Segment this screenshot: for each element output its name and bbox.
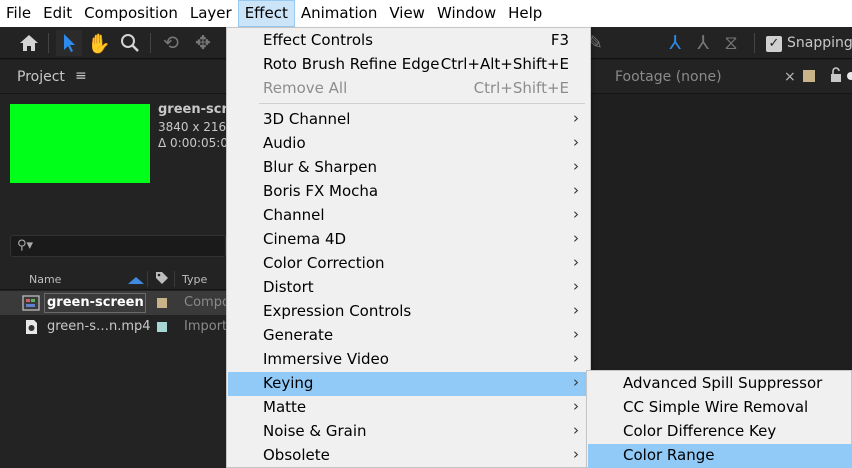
menu-item-keying[interactable]: Keying › xyxy=(228,372,589,396)
chevron-right-icon: › xyxy=(573,109,579,127)
project-panel-title[interactable]: Project xyxy=(17,69,65,85)
menu-edit[interactable]: Edit xyxy=(37,0,78,27)
menu-item-color-range[interactable]: Color Range xyxy=(588,444,852,468)
menu-item-cc-simple-wire-removal[interactable]: CC Simple Wire Removal xyxy=(588,396,852,420)
item-thumbnail xyxy=(10,104,150,183)
menu-separator xyxy=(259,103,585,104)
lock-icon[interactable] xyxy=(829,67,843,87)
menu-effect[interactable]: Effect xyxy=(237,0,295,27)
chevron-right-icon: › xyxy=(573,397,579,415)
project-row[interactable]: green-screen Compo xyxy=(0,291,230,315)
menu-item-effect-controls[interactable]: Effect Controls F3 xyxy=(228,29,589,53)
shortcut-label: Ctrl+Shift+E xyxy=(473,79,569,97)
project-row-name: green-screen xyxy=(47,295,144,310)
hand-tool-icon[interactable]: ✋ xyxy=(86,30,112,56)
snapping-checkbox[interactable]: ✓ xyxy=(766,36,782,52)
menu-item-matte[interactable]: Matte › xyxy=(228,396,589,420)
chevron-right-icon: › xyxy=(573,229,579,247)
menu-item-advanced-spill-suppressor[interactable]: Advanced Spill Suppressor xyxy=(588,372,852,396)
zoom-tool-icon[interactable] xyxy=(117,30,143,56)
chevron-right-icon: › xyxy=(573,157,579,175)
project-row-name: green-s…n.mp4 xyxy=(47,319,151,334)
orbit-camera-icon[interactable]: ⟲ xyxy=(158,30,184,56)
menu-item-distort[interactable]: Distort › xyxy=(228,276,589,300)
close-icon[interactable]: × xyxy=(784,69,796,85)
panel-status-dot xyxy=(847,72,852,80)
menu-item-immersive-video[interactable]: Immersive Video › xyxy=(228,348,589,372)
menu-item-roto-brush-refine-edge[interactable]: Roto Brush Refine Edge Ctrl+Alt+Shift+E xyxy=(228,53,589,77)
menu-composition[interactable]: Composition xyxy=(78,0,184,27)
project-row-type: Import xyxy=(184,319,228,334)
menu-item-noise-grain[interactable]: Noise & Grain › xyxy=(228,420,589,444)
item-resolution: 3840 x 2160 xyxy=(158,120,234,134)
chevron-right-icon: › xyxy=(573,325,579,343)
menu-item-obsolete[interactable]: Obsolete › xyxy=(228,444,589,468)
menu-animation[interactable]: Animation xyxy=(295,0,383,27)
chevron-right-icon: › xyxy=(573,277,579,295)
chevron-right-icon: › xyxy=(573,445,579,463)
footage-tab[interactable]: Footage (none) xyxy=(615,69,722,85)
project-panel: Project ≡ green-scree 3840 x 2160 Δ 0:00… xyxy=(0,60,246,468)
item-duration: Δ 0:00:05:01 xyxy=(158,136,236,150)
effect-dropdown-menu: Effect Controls F3 Roto Brush Refine Edg… xyxy=(226,27,591,468)
world-axis-icon[interactable]: ⅄ xyxy=(690,30,716,56)
menu-help[interactable]: Help xyxy=(502,0,548,27)
menu-item-channel[interactable]: Channel › xyxy=(228,204,589,228)
home-icon[interactable] xyxy=(16,30,42,56)
chevron-right-icon: › xyxy=(573,301,579,319)
snapping-label: Snapping xyxy=(787,35,852,51)
menu-file[interactable]: File xyxy=(0,0,37,27)
menu-item-blur-sharpen[interactable]: Blur & Sharpen › xyxy=(228,156,589,180)
menu-item-remove-all[interactable]: Remove All Ctrl+Shift+E xyxy=(228,77,589,101)
menu-item-boris-fx-mocha[interactable]: Boris FX Mocha › xyxy=(228,180,589,204)
footage-file-icon xyxy=(22,319,40,335)
project-panel-header: Project ≡ xyxy=(0,60,226,94)
label-tag-icon[interactable] xyxy=(155,271,169,289)
local-axis-icon[interactable]: ⅄ xyxy=(662,30,688,56)
project-row[interactable]: green-s…n.mp4 Import xyxy=(0,315,228,339)
shortcut-label: F3 xyxy=(550,31,569,49)
menu-item-color-difference-key[interactable]: Color Difference Key xyxy=(588,420,852,444)
composition-icon xyxy=(22,295,40,311)
menu-item-cinema-4d[interactable]: Cinema 4D › xyxy=(228,228,589,252)
pan-camera-icon[interactable]: ✥ xyxy=(190,30,216,56)
column-name[interactable]: Name xyxy=(29,273,61,286)
keying-submenu: Advanced Spill Suppressor CC Simple Wire… xyxy=(586,370,852,468)
chevron-right-icon: › xyxy=(573,205,579,223)
menu-view[interactable]: View xyxy=(383,0,431,27)
chevron-right-icon: › xyxy=(573,421,579,439)
footage-panel-header: Footage (none) × xyxy=(591,60,852,94)
label-color-swatch[interactable] xyxy=(157,322,167,332)
menu-window[interactable]: Window xyxy=(431,0,502,27)
menu-layer[interactable]: Layer xyxy=(184,0,238,27)
shortcut-label: Ctrl+Alt+Shift+E xyxy=(440,55,569,73)
chevron-right-icon: › xyxy=(573,349,579,367)
menu-item-audio[interactable]: Audio › xyxy=(228,132,589,156)
menu-item-3d-channel[interactable]: 3D Channel › xyxy=(228,108,589,132)
menu-bar: File Edit Composition Layer Effect Anima… xyxy=(0,0,852,27)
menu-item-expression-controls[interactable]: Expression Controls › xyxy=(228,300,589,324)
label-color-swatch[interactable] xyxy=(157,298,167,308)
project-search-input[interactable]: ⚲▾ xyxy=(10,235,226,257)
selection-tool-icon[interactable] xyxy=(56,30,82,56)
project-column-header: Name Type xyxy=(0,268,226,290)
menu-item-generate[interactable]: Generate › xyxy=(228,324,589,348)
chevron-right-icon: › xyxy=(573,373,579,391)
view-axis-icon[interactable]: ⧖ xyxy=(718,30,744,56)
column-type[interactable]: Type xyxy=(182,273,207,286)
composition-label-swatch xyxy=(803,70,815,82)
menu-item-color-correction[interactable]: Color Correction › xyxy=(228,252,589,276)
panel-menu-icon[interactable]: ≡ xyxy=(75,68,87,84)
chevron-right-icon: › xyxy=(573,253,579,271)
project-row-type: Compo xyxy=(184,295,230,310)
chevron-right-icon: › xyxy=(573,133,579,151)
sort-ascending-icon[interactable] xyxy=(128,277,144,284)
chevron-right-icon: › xyxy=(573,181,579,199)
